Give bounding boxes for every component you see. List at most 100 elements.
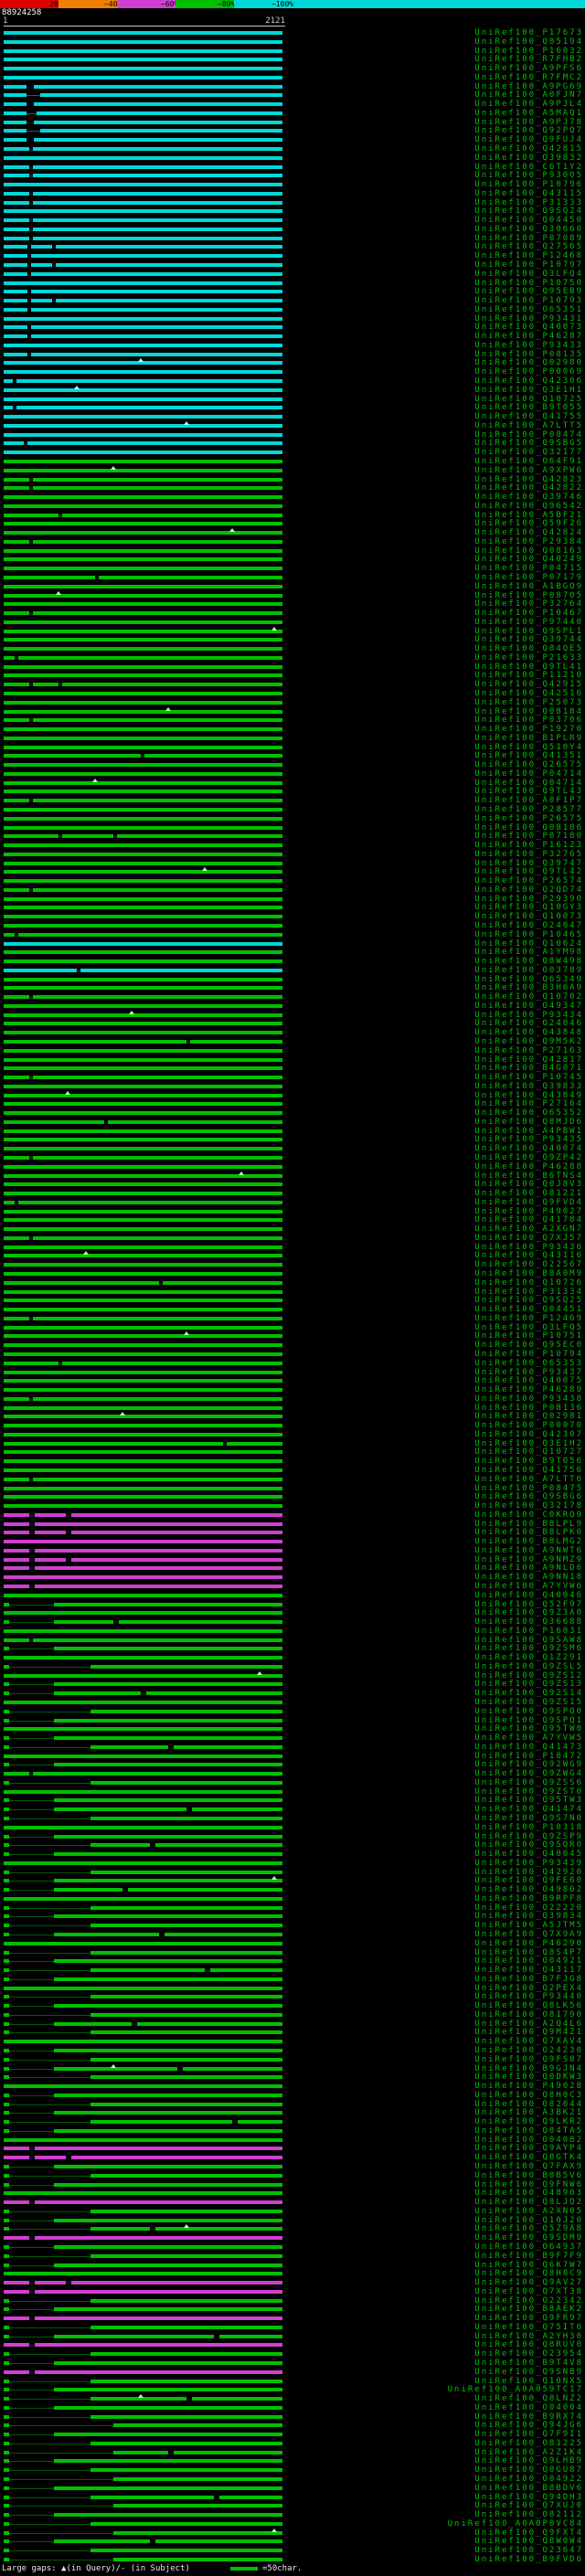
- hit-label[interactable]: UniRef100_Q27565: [474, 242, 583, 251]
- hit-label[interactable]: UniRef100_Q9SPQ0: [474, 1707, 583, 1716]
- hit-label[interactable]: UniRef100_Q40075: [474, 1376, 583, 1385]
- hit-bar-segment[interactable]: [18, 932, 282, 937]
- hit-bar-segment[interactable]: [4, 1388, 282, 1393]
- hit-label[interactable]: UniRef100_P19270: [474, 725, 583, 734]
- hit-label[interactable]: UniRef100_Q10073: [474, 912, 583, 921]
- hit-label[interactable]: UniRef100_P10750: [474, 279, 583, 288]
- hit-label[interactable]: UniRef100_Q9ZSS6: [474, 1778, 583, 1787]
- hit-label[interactable]: UniRef100_Q9FUJ4: [474, 135, 583, 144]
- hit-label[interactable]: UniRef100_Q39747: [474, 859, 583, 868]
- hit-bar-segment[interactable]: [4, 906, 282, 910]
- hit-bar-segment[interactable]: [71, 1531, 282, 1535]
- hit-label[interactable]: UniRef100_P10794: [474, 1350, 583, 1359]
- hit-bar-segment[interactable]: [4, 290, 27, 294]
- hit-label[interactable]: UniRef100_B4G071: [474, 1064, 583, 1073]
- hit-bar-segment[interactable]: [4, 2549, 9, 2553]
- hit-bar-segment[interactable]: [4, 155, 282, 160]
- hit-bar-segment[interactable]: [4, 2414, 9, 2419]
- hit-bar-segment[interactable]: [4, 1396, 29, 1401]
- hit-bar-segment[interactable]: [16, 406, 282, 410]
- hit-bar-segment[interactable]: [4, 915, 282, 919]
- hit-label[interactable]: UniRef100_Q8LJQ2: [474, 2198, 583, 2207]
- hit-bar-segment[interactable]: [4, 522, 282, 526]
- hit-label[interactable]: UniRef100_A2Q4L6: [474, 2019, 583, 2029]
- hit-bar-segment[interactable]: [155, 2539, 282, 2544]
- hit-bar-segment[interactable]: [4, 129, 27, 133]
- hit-label[interactable]: UniRef100_A7LTT5: [474, 421, 583, 430]
- hit-bar-segment[interactable]: [33, 1772, 282, 1776]
- hit-bar-segment[interactable]: [33, 1316, 282, 1320]
- hit-bar-segment[interactable]: [4, 406, 13, 410]
- hit-bar-segment[interactable]: [4, 2539, 9, 2544]
- hit-label[interactable]: UniRef100_Q39833: [474, 1082, 583, 1091]
- hit-bar-segment[interactable]: [71, 2281, 282, 2285]
- hit-label[interactable]: UniRef100_P07179: [474, 573, 583, 582]
- hit-bar-segment[interactable]: [4, 1182, 282, 1187]
- hit-bar-segment[interactable]: [4, 102, 27, 107]
- hit-bar-segment[interactable]: [31, 254, 282, 259]
- hit-label[interactable]: UniRef100_Q42915: [474, 680, 583, 689]
- hit-bar-segment[interactable]: [4, 852, 282, 856]
- hit-bar-segment[interactable]: [4, 2459, 9, 2464]
- hit-bar-segment[interactable]: [4, 2521, 9, 2526]
- hit-label[interactable]: UniRef100_Q32177: [474, 448, 583, 457]
- hit-label[interactable]: UniRef100_P21633: [474, 653, 583, 663]
- hit-bar-segment[interactable]: [4, 638, 282, 642]
- hit-label[interactable]: UniRef100_Q43849: [474, 1091, 583, 1100]
- hit-label[interactable]: UniRef100_Q41784: [474, 1215, 583, 1224]
- hit-label[interactable]: UniRef100_O04082: [474, 2136, 583, 2145]
- hit-bar-segment[interactable]: [54, 2111, 282, 2115]
- hit-bar-segment[interactable]: [62, 1361, 282, 1365]
- hit-label[interactable]: UniRef100_A9PJL4: [474, 100, 583, 109]
- hit-bar-segment[interactable]: [4, 2272, 282, 2276]
- hit-label[interactable]: UniRef100_O04921: [474, 1956, 583, 1966]
- hit-bar-segment[interactable]: [33, 683, 58, 687]
- hit-bar-segment[interactable]: [192, 1807, 282, 1812]
- hit-label[interactable]: UniRef100_Q08186: [474, 823, 583, 832]
- hit-bar-segment[interactable]: [33, 227, 282, 231]
- hit-bar-segment[interactable]: [4, 1843, 9, 1848]
- hit-bar-segment[interactable]: [155, 1843, 282, 1848]
- hit-bar-segment[interactable]: [4, 2111, 9, 2115]
- hit-bar-segment[interactable]: [4, 1235, 29, 1240]
- hit-label[interactable]: UniRef100_Q9FE60: [474, 1876, 583, 1885]
- hit-bar-segment[interactable]: [4, 1424, 282, 1428]
- hit-bar-segment[interactable]: [90, 2253, 282, 2258]
- hit-bar-segment[interactable]: [4, 539, 29, 544]
- hit-label[interactable]: UniRef100_A2YH30: [474, 2332, 583, 2341]
- hit-bar-segment[interactable]: [33, 718, 282, 723]
- hit-label[interactable]: UniRef100_B9F7F9: [474, 2252, 583, 2261]
- hit-bar-segment[interactable]: [40, 93, 282, 98]
- hit-bar-segment[interactable]: [4, 2137, 282, 2142]
- hit-bar-segment[interactable]: [31, 307, 282, 312]
- hit-label[interactable]: UniRef100_P49027: [474, 1207, 583, 1216]
- hit-label[interactable]: UniRef100_P10796: [474, 180, 583, 189]
- hit-bar-segment[interactable]: [90, 2441, 282, 2445]
- hit-bar-segment[interactable]: [4, 2360, 9, 2365]
- hit-bar-segment[interactable]: [35, 2316, 282, 2321]
- hit-label[interactable]: UniRef100_A2Z1K4: [474, 2448, 583, 2457]
- hit-bar-segment[interactable]: [4, 1325, 282, 1330]
- hit-bar-segment[interactable]: [4, 343, 282, 347]
- hit-bar-segment[interactable]: [4, 1459, 282, 1464]
- hit-label[interactable]: UniRef100_Q9LHB9: [474, 2456, 583, 2465]
- hit-bar-segment[interactable]: [4, 1040, 186, 1044]
- hit-label[interactable]: UniRef100_P08705: [474, 591, 583, 600]
- hit-label[interactable]: UniRef100_A3BK21: [474, 2108, 583, 2117]
- hit-bar-segment[interactable]: [35, 1531, 66, 1535]
- hit-bar-segment[interactable]: [33, 995, 282, 1000]
- hit-bar-segment[interactable]: [155, 2227, 282, 2231]
- hit-bar-segment[interactable]: [54, 1798, 282, 1803]
- hit-label[interactable]: UniRef100_P93434: [474, 1011, 583, 1020]
- hit-bar-segment[interactable]: [71, 1512, 282, 1517]
- hit-bar-segment[interactable]: [4, 1432, 282, 1436]
- hit-label[interactable]: UniRef100_Q8RUV0: [474, 2340, 583, 2349]
- hit-label[interactable]: UniRef100_Q9ZP42: [474, 1153, 583, 1162]
- hit-label[interactable]: UniRef100_A9NLD6: [474, 1564, 583, 1573]
- hit-bar-segment[interactable]: [4, 236, 29, 240]
- hit-bar-segment[interactable]: [54, 2021, 132, 2026]
- hit-bar-segment[interactable]: [4, 1914, 9, 1919]
- hit-bar-segment[interactable]: [128, 1888, 282, 1892]
- hit-label[interactable]: UniRef100_P93439: [474, 1859, 583, 1868]
- hit-bar-segment[interactable]: [33, 191, 282, 196]
